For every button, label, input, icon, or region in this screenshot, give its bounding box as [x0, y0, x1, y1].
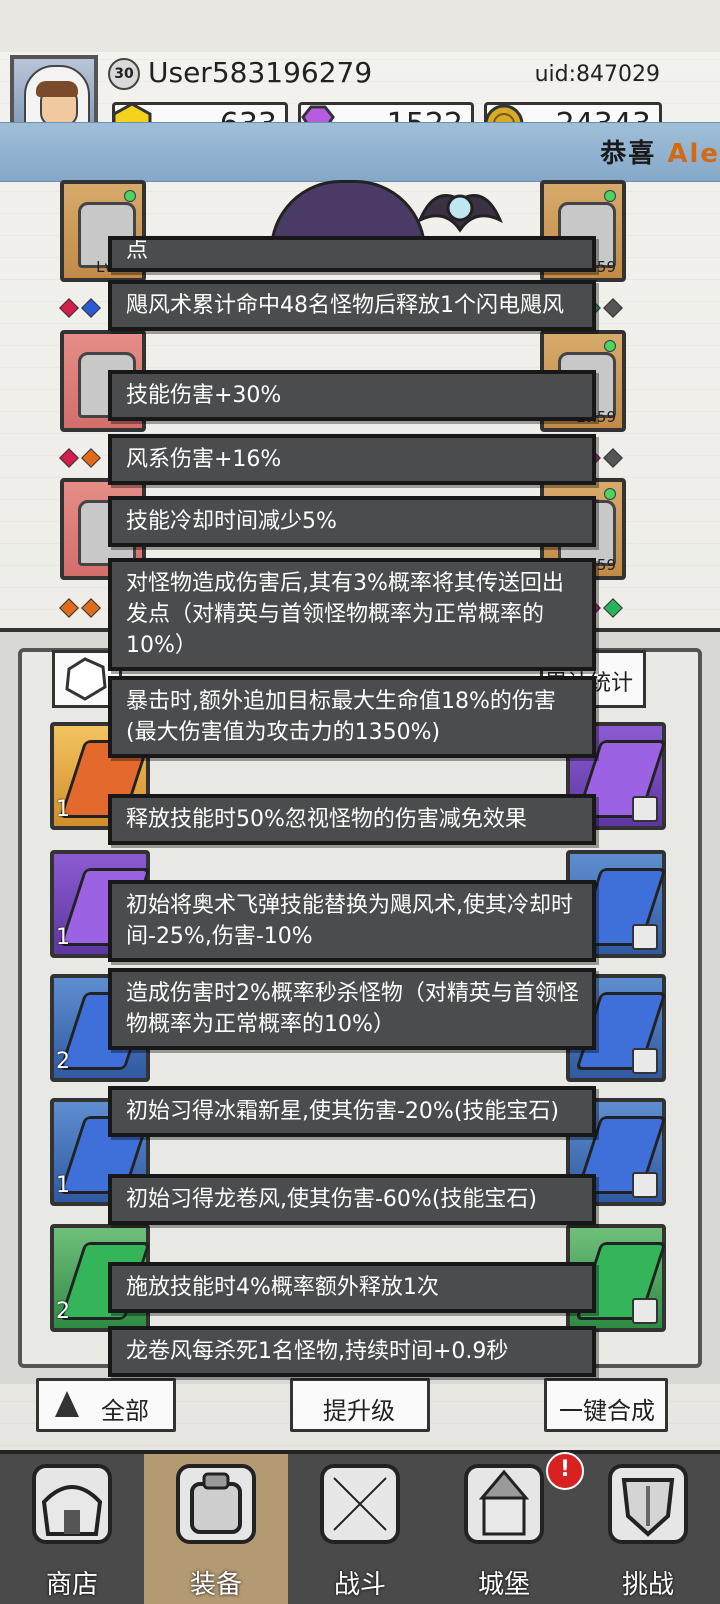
status-area — [0, 0, 720, 52]
status-dot — [124, 190, 136, 202]
ticker-text: 恭喜 — [600, 139, 657, 169]
tooltip-line: 初始将奥术飞弹技能替换为飓风术,使其冷却时间-25%,伤害-10% — [108, 880, 596, 962]
gem-sockets — [58, 598, 102, 618]
tooltip-line: 飓风术累计命中48名怪物后释放1个闪电飓风 — [108, 280, 596, 331]
item-type-icon — [632, 1048, 658, 1074]
notification-badge: ! — [546, 1452, 584, 1490]
announcement-banner: 恭喜 Ale — [0, 122, 720, 182]
tooltip-line: 技能伤害+30% — [108, 370, 596, 421]
staff-ornament — [417, 194, 503, 233]
shield-icon — [608, 1464, 688, 1544]
nav-shop[interactable]: 商店 — [0, 1454, 144, 1604]
shop-icon — [32, 1464, 112, 1544]
up-arrow-icon — [55, 1391, 79, 1417]
bag-icon — [176, 1464, 256, 1544]
nav-battle[interactable]: 战斗 — [288, 1454, 432, 1604]
tooltip-line: 点 — [108, 236, 596, 272]
status-dot — [604, 190, 616, 202]
tooltip-line: 释放技能时50%忽视怪物的伤害减免效果 — [108, 794, 596, 845]
status-dot — [604, 488, 616, 500]
status-dot — [604, 340, 616, 352]
item-type-icon — [632, 1298, 658, 1324]
username: User583196279 — [148, 56, 373, 89]
level-badge: 30 — [108, 58, 140, 90]
nav-challenge[interactable]: 挑战 — [576, 1454, 720, 1604]
gem-sockets — [58, 448, 102, 468]
tooltip-line: 造成伤害时2%概率秒杀怪物（对精英与首领怪物概率为正常概率的10%） — [108, 968, 596, 1050]
castle-icon — [464, 1464, 544, 1544]
bottom-nav: 商店 装备 战斗 城堡 挑战 — [0, 1450, 720, 1604]
tooltip-line: 技能冷却时间减少5% — [108, 496, 596, 547]
tooltip-line: 龙卷风每杀死1名怪物,持续时间+0.9秒 — [108, 1326, 596, 1377]
nav-equipment[interactable]: 装备 — [144, 1454, 288, 1604]
gem-sockets — [58, 298, 102, 318]
merge-all-button[interactable]: 一键合成 — [544, 1378, 668, 1432]
tooltip-line: 风系伤害+16% — [108, 434, 596, 485]
item-type-icon — [632, 924, 658, 950]
crossed-swords-icon — [320, 1464, 400, 1544]
tooltip-line: 施放技能时4%概率额外释放1次 — [108, 1262, 596, 1313]
filter-all-button[interactable]: 全部 — [36, 1378, 176, 1432]
item-type-icon — [632, 796, 658, 822]
tooltip-line: 初始习得龙卷风,使其伤害-60%(技能宝石) — [108, 1174, 596, 1225]
uid-label: uid:847029 — [534, 62, 660, 87]
tooltip-line: 对怪物造成伤害后,其有3%概率将其传送回出发点（对精英与首领怪物概率为正常概率的… — [108, 558, 596, 671]
ticker-highlight: Ale — [667, 139, 720, 169]
upgrade-button[interactable]: 提升级 — [290, 1378, 430, 1432]
tooltip-line: 暴击时,额外追加目标最大生命值18%的伤害(最大伤害值为攻击力的1350%) — [108, 676, 596, 758]
tooltip-line: 初始习得冰霜新星,使其伤害-20%(技能宝石) — [108, 1086, 596, 1137]
item-type-icon — [632, 1172, 658, 1198]
